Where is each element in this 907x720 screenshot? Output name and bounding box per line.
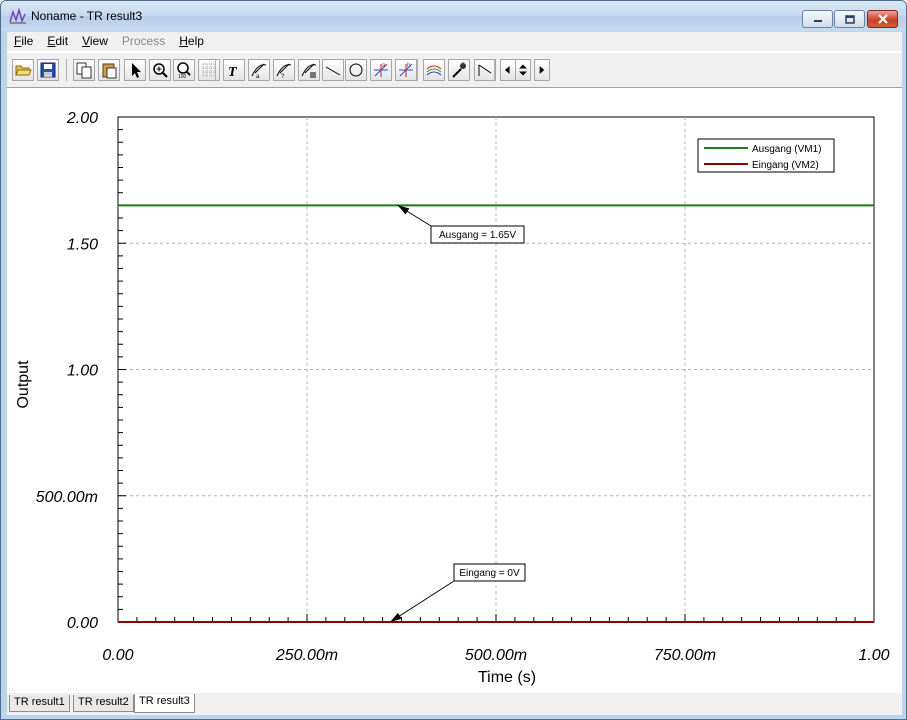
step-button[interactable] bbox=[474, 59, 496, 81]
pointer-icon bbox=[132, 63, 141, 78]
circle-icon bbox=[349, 63, 363, 77]
y-tick-label: 1.00 bbox=[67, 363, 98, 380]
close-button[interactable] bbox=[867, 10, 898, 28]
tab-tr-result3[interactable]: TR result3 bbox=[134, 694, 195, 713]
y-axis-label: Output bbox=[15, 360, 32, 409]
save-disk-button[interactable] bbox=[37, 59, 59, 81]
arrow-left-icon bbox=[504, 66, 510, 74]
minimize-button[interactable] bbox=[802, 10, 833, 28]
cursor-a-button[interactable]: a bbox=[248, 59, 270, 81]
cursor-c-icon bbox=[301, 63, 317, 78]
cursor-c-button[interactable] bbox=[298, 59, 320, 81]
y-tick-label: 2.00 bbox=[66, 110, 98, 127]
copy-button[interactable] bbox=[73, 59, 95, 81]
app-window: Noname - TR result3 File Edit View Process H… bbox=[0, 0, 907, 720]
open-folder-button[interactable] bbox=[12, 59, 34, 81]
color-pick-button[interactable] bbox=[448, 59, 470, 81]
tab-tr-result1[interactable]: TR result1 bbox=[9, 695, 70, 712]
maximize-button[interactable] bbox=[834, 10, 865, 28]
window-title: Noname - TR result3 bbox=[31, 9, 143, 23]
result-tabs: TR result1 TR result2 TR result3 bbox=[7, 693, 902, 715]
tab-tr-result2[interactable]: TR result2 bbox=[73, 695, 134, 712]
menu-process[interactable]: Process bbox=[115, 32, 172, 51]
x-tick-label: 250.00m bbox=[275, 647, 338, 664]
marker-b-icon: b bbox=[399, 63, 413, 77]
menu-help[interactable]: Help bbox=[172, 32, 211, 51]
close-icon bbox=[877, 14, 888, 24]
toolbar-separator bbox=[417, 59, 418, 81]
zoom-fit-icon: 100 bbox=[177, 62, 191, 79]
arrow-updown-button[interactable] bbox=[515, 59, 531, 81]
cursor-b-button[interactable]: ? bbox=[273, 59, 295, 81]
svg-text:?: ? bbox=[281, 74, 285, 79]
grid-button[interactable] bbox=[198, 59, 220, 81]
arrow-left-button[interactable] bbox=[500, 59, 516, 81]
maximize-icon bbox=[844, 14, 855, 24]
pointer-button[interactable] bbox=[124, 59, 146, 81]
paste-button[interactable] bbox=[98, 59, 120, 81]
toolbar: 100 Ta? a b bbox=[7, 52, 902, 88]
plot-area[interactable]: 0.00 250.00m 500.00m 750.00m 1.00 0.00 500.00m… bbox=[7, 89, 902, 693]
x-tick-label: 500.00m bbox=[465, 647, 527, 664]
save-disk-icon bbox=[40, 62, 56, 78]
toolbar-separator bbox=[66, 59, 67, 81]
curves-icon bbox=[426, 65, 442, 76]
legend-entry: Eingang (VM2) bbox=[752, 160, 819, 171]
arrow-right-icon bbox=[539, 66, 545, 74]
paste-icon bbox=[102, 63, 117, 79]
annotation-label: Ausgang = 1.65V bbox=[439, 230, 516, 241]
svg-text:a: a bbox=[256, 74, 260, 79]
legend-entry: Ausgang (VM1) bbox=[752, 144, 821, 155]
marker-b-button[interactable]: b bbox=[395, 59, 417, 81]
y-tick-label: 0.00 bbox=[67, 615, 98, 632]
toolbar-separator bbox=[215, 59, 216, 81]
svg-text:T: T bbox=[228, 65, 238, 79]
waveform-app-icon bbox=[9, 8, 26, 24]
line-icon bbox=[325, 66, 341, 76]
client-area: File Edit View Process Help 100 Ta? a b 0.00 250… bbox=[7, 32, 902, 715]
zoom-in-button[interactable] bbox=[149, 59, 171, 81]
arrow-updown-icon bbox=[519, 64, 527, 76]
zoom-in-icon bbox=[153, 63, 168, 78]
x-tick-label: 0.00 bbox=[102, 647, 133, 664]
color-pick-icon bbox=[452, 62, 466, 78]
transient-chart[interactable]: 0.00 250.00m 500.00m 750.00m 1.00 0.00 500.00m… bbox=[7, 89, 902, 693]
toolbar-separator bbox=[494, 59, 495, 81]
minimize-icon bbox=[813, 20, 822, 22]
marker-a-icon: a bbox=[374, 63, 388, 77]
y-tick-label: 1.50 bbox=[67, 236, 98, 253]
annotation-label: Eingang = 0V bbox=[459, 568, 520, 579]
line-button[interactable] bbox=[322, 59, 344, 81]
cursor-b-icon: ? bbox=[276, 63, 292, 79]
x-tick-label: 750.00m bbox=[654, 647, 716, 664]
circle-button[interactable] bbox=[345, 59, 367, 81]
menu-edit[interactable]: Edit bbox=[40, 32, 75, 51]
curves-button[interactable] bbox=[423, 59, 445, 81]
cursor-a-icon: a bbox=[251, 63, 267, 79]
x-tick-label: 1.00 bbox=[858, 647, 889, 664]
zoom-fit-button[interactable]: 100 bbox=[173, 59, 195, 81]
x-axis-label: Time (s) bbox=[478, 669, 536, 686]
arrow-right-button[interactable] bbox=[534, 59, 550, 81]
text-button[interactable]: T bbox=[223, 59, 245, 81]
menu-file[interactable]: File bbox=[7, 32, 40, 51]
menu-view[interactable]: View bbox=[75, 32, 115, 51]
title-bar[interactable]: Noname - TR result3 bbox=[1, 1, 906, 31]
open-folder-icon bbox=[15, 65, 32, 76]
y-tick-label: 500.00m bbox=[36, 489, 98, 506]
menu-bar: File Edit View Process Help bbox=[7, 32, 902, 51]
svg-text:100: 100 bbox=[178, 74, 187, 79]
copy-icon bbox=[76, 62, 92, 79]
step-icon bbox=[478, 64, 492, 76]
text-icon: T bbox=[228, 65, 238, 79]
marker-a-button[interactable]: a bbox=[370, 59, 392, 81]
